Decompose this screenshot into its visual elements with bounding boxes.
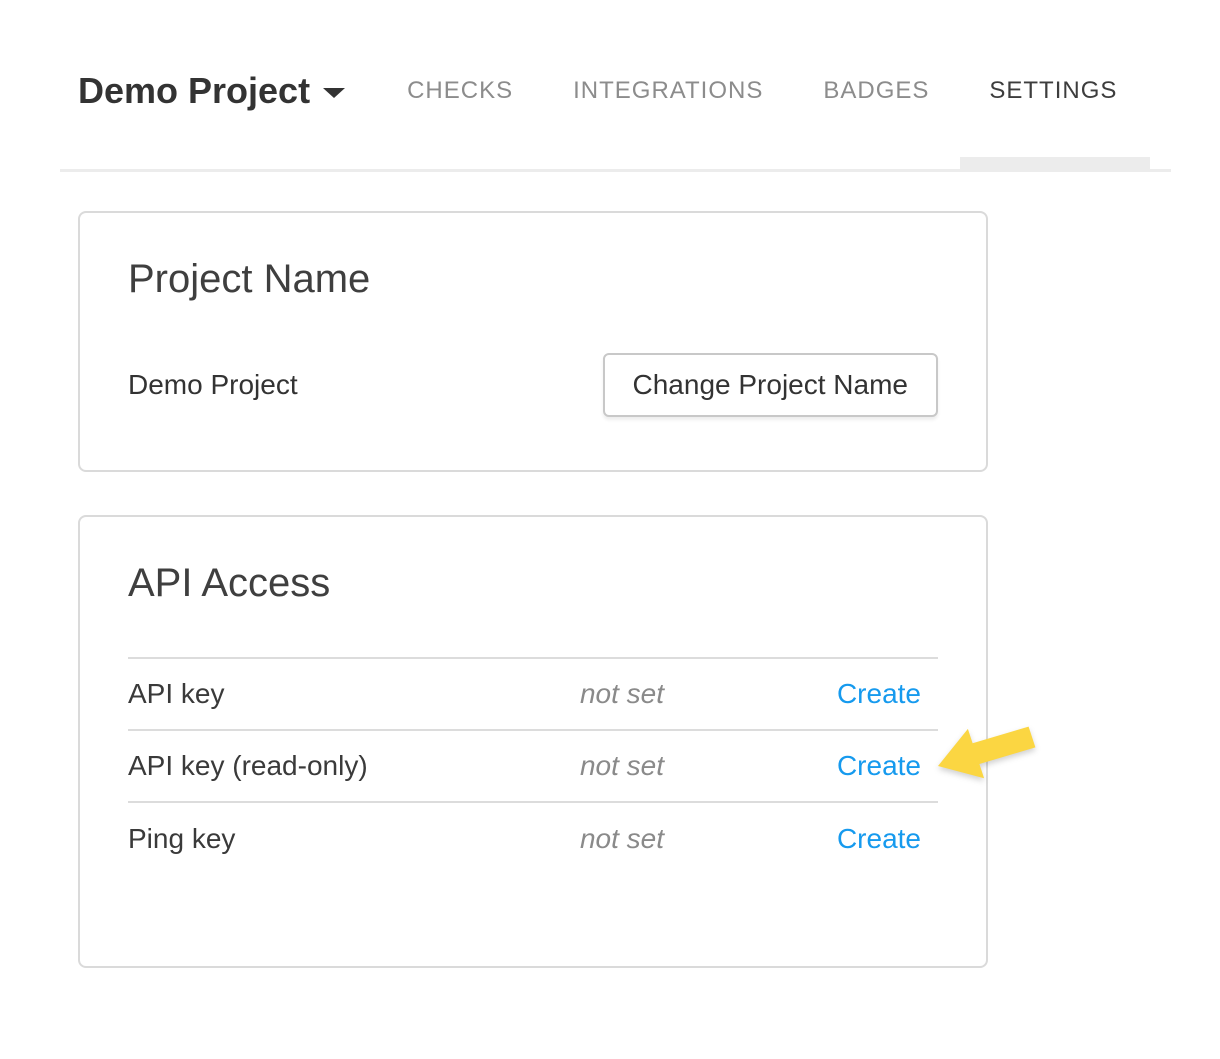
api-keys-table: API key not set Create API key (read-onl… xyxy=(128,657,938,874)
create-ping-key-link[interactable]: Create xyxy=(837,823,921,854)
change-project-name-button[interactable]: Change Project Name xyxy=(603,353,938,417)
tab-checks[interactable]: CHECKS xyxy=(377,77,543,105)
header-divider xyxy=(60,169,1171,172)
api-access-card: API Access API key not set Create xyxy=(78,515,988,968)
table-row-api-key: API key not set Create xyxy=(128,658,938,730)
settings-content: Project Name Demo Project Change Project… xyxy=(78,211,988,968)
api-key-value: not set xyxy=(580,658,823,730)
table-row-api-key-readonly: API key (read-only) not set Create xyxy=(128,730,938,802)
ping-key-label: Ping key xyxy=(128,802,580,874)
create-api-key-link[interactable]: Create xyxy=(837,678,921,709)
top-navigation-bar: Demo Project CHECKS INTEGRATIONS BADGES … xyxy=(78,66,1147,116)
create-api-key-readonly-link[interactable]: Create xyxy=(837,750,921,781)
tab-badges[interactable]: BADGES xyxy=(793,77,959,105)
project-name-card: Project Name Demo Project Change Project… xyxy=(78,211,988,472)
api-key-readonly-value: not set xyxy=(580,730,823,802)
api-access-card-title: API Access xyxy=(128,559,938,607)
ping-key-value: not set xyxy=(580,802,823,874)
tab-integrations[interactable]: INTEGRATIONS xyxy=(543,77,793,105)
api-key-label: API key xyxy=(128,658,580,730)
table-row-ping-key: Ping key not set Create xyxy=(128,802,938,874)
api-key-readonly-label: API key (read-only) xyxy=(128,730,580,802)
project-selector-label: Demo Project xyxy=(78,70,310,112)
settings-page: Demo Project CHECKS INTEGRATIONS BADGES … xyxy=(0,0,1220,1059)
project-name-card-title: Project Name xyxy=(128,255,938,303)
nav-tabs: CHECKS INTEGRATIONS BADGES SETTINGS xyxy=(377,77,1147,105)
project-name-row: Demo Project Change Project Name xyxy=(128,353,938,417)
current-project-name: Demo Project xyxy=(128,369,298,401)
caret-down-icon xyxy=(323,88,345,98)
project-selector[interactable]: Demo Project xyxy=(78,70,345,112)
tab-settings[interactable]: SETTINGS xyxy=(959,77,1147,105)
